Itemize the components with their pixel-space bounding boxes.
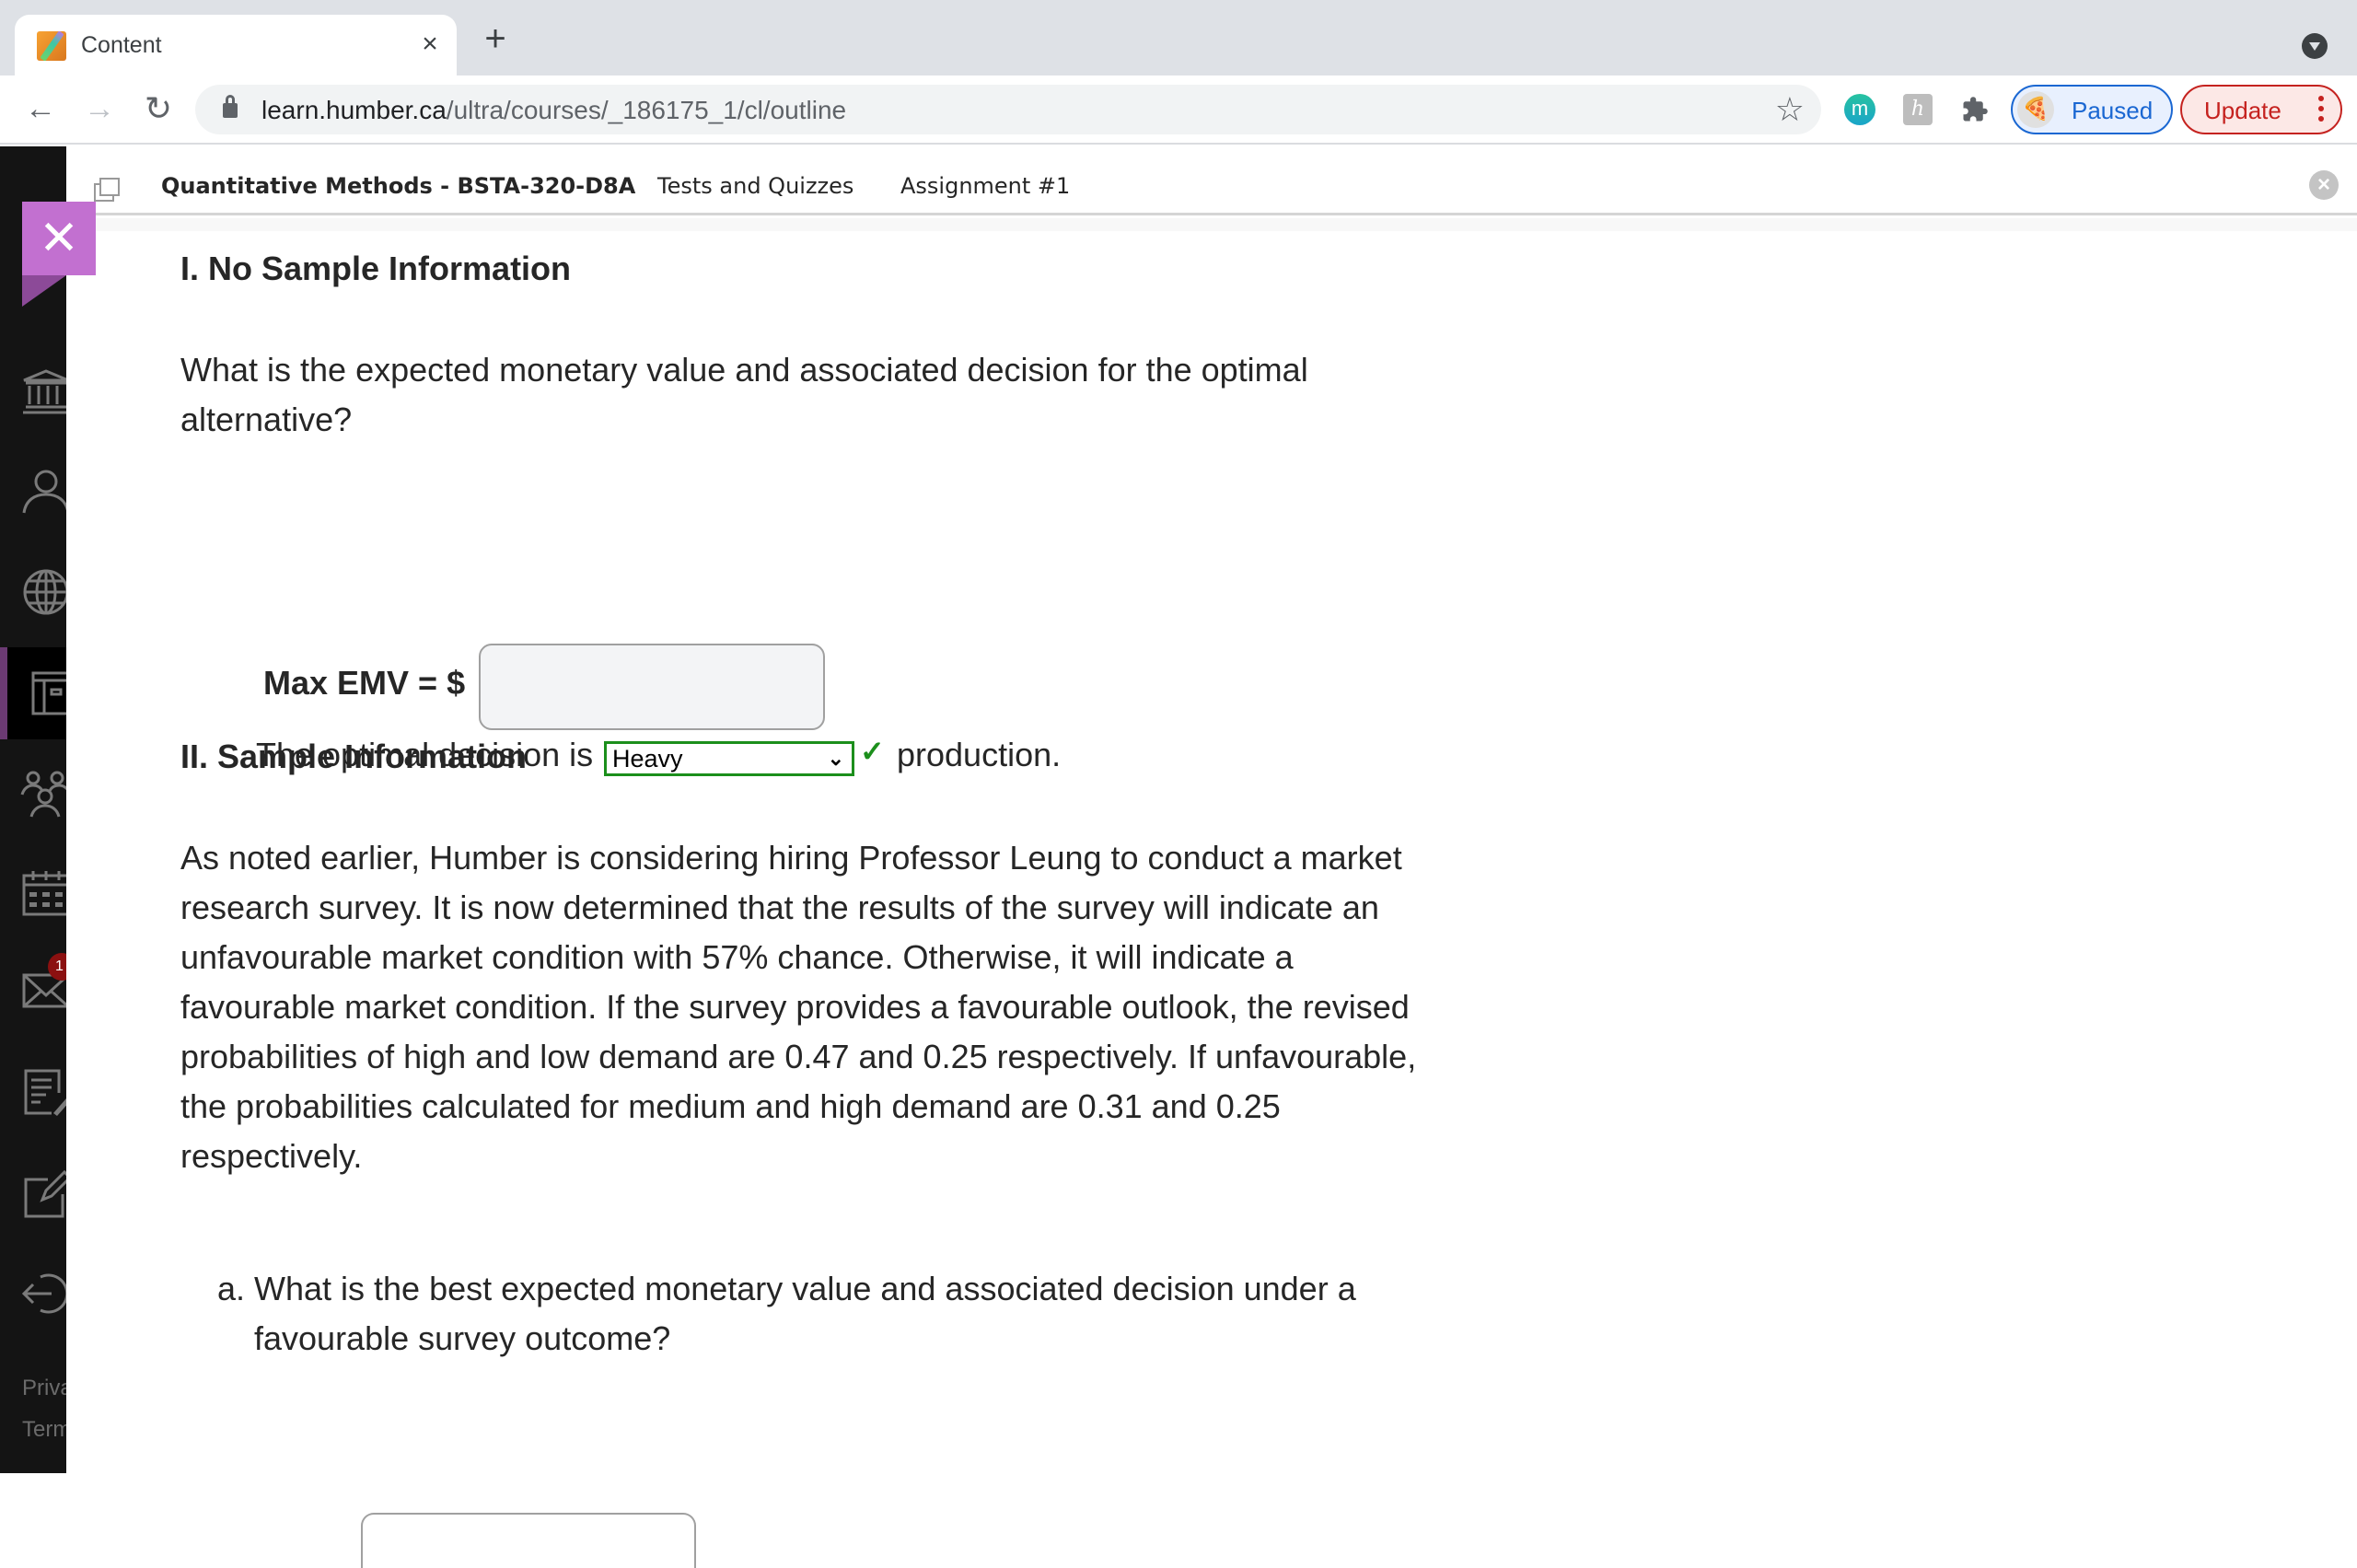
profile-status-label: Paused bbox=[2072, 97, 2154, 124]
tab-close-button[interactable]: × bbox=[413, 28, 447, 61]
address-bar[interactable]: learn.humber.ca/ultra/courses/_186175_1/… bbox=[195, 85, 1821, 134]
window-stack-icon bbox=[94, 178, 120, 202]
sidebar-item-institution[interactable] bbox=[20, 367, 66, 419]
sidebar-item-sign-out[interactable] bbox=[20, 1268, 66, 1319]
edit-icon bbox=[24, 1169, 66, 1218]
sidebar-item-organizations[interactable] bbox=[20, 769, 66, 820]
tab-search-button[interactable] bbox=[2302, 33, 2328, 59]
content-panel: Quantitative Methods - BSTA-320-D8A Test… bbox=[66, 146, 2357, 1568]
close-panel-button[interactable]: ✕ bbox=[22, 202, 96, 275]
max-emv-input[interactable] bbox=[479, 644, 825, 730]
question-a-marker: a. bbox=[217, 1270, 246, 1307]
browser-tab-strip: Content × + bbox=[0, 0, 2357, 75]
section-1-question: What is the expected monetary value and … bbox=[180, 351, 1308, 438]
update-button[interactable]: Update bbox=[2180, 85, 2342, 134]
correct-checkmark-icon: ✓ bbox=[860, 735, 885, 768]
reload-button[interactable]: ↻ bbox=[138, 88, 179, 129]
decision-selected-value: Heavy bbox=[612, 745, 683, 772]
question-a-emv-input[interactable] bbox=[361, 1513, 696, 1568]
course-icon bbox=[31, 671, 66, 715]
sidebar-item-calendar[interactable] bbox=[20, 868, 66, 920]
url-host: learn.humber.ca bbox=[261, 96, 447, 124]
browser-tab-content[interactable]: Content × bbox=[15, 15, 457, 75]
question-a-text: What is the best expected monetary value… bbox=[254, 1270, 1356, 1357]
section-2-heading: II. Sample Information bbox=[180, 738, 528, 775]
groups-icon bbox=[20, 771, 66, 818]
emv-label: Max EMV = $ bbox=[263, 664, 466, 702]
optimal-decision-select[interactable]: Heavy ⌄ bbox=[604, 741, 854, 776]
globe-icon bbox=[23, 569, 66, 615]
back-button[interactable]: ← bbox=[20, 88, 61, 129]
header-divider-strip bbox=[66, 218, 2357, 231]
m-extension-icon[interactable]: m bbox=[1844, 94, 1875, 125]
breadcrumb-assignment[interactable]: Assignment #1 bbox=[900, 173, 1070, 199]
chevron-down-icon: ⌄ bbox=[827, 747, 844, 770]
profile-button[interactable]: 🍕 Paused bbox=[2011, 85, 2173, 134]
decision-suffix: production. bbox=[897, 736, 1062, 773]
pizza-avatar-icon: 🍕 bbox=[2017, 91, 2054, 128]
sidebar-item-courses[interactable] bbox=[20, 668, 66, 719]
section-1-heading: I. No Sample Information bbox=[180, 250, 572, 287]
bank-icon bbox=[23, 369, 66, 414]
sidebar-item-profile[interactable] bbox=[20, 467, 66, 518]
grades-icon bbox=[24, 1069, 66, 1116]
section-2-paragraph: As noted earlier, Humber is considering … bbox=[180, 839, 1417, 1175]
lms-sidebar: 1 Privacy Terms bbox=[0, 146, 75, 1473]
close-panel-fold bbox=[22, 275, 66, 307]
sidebar-item-grades[interactable] bbox=[20, 1067, 66, 1119]
kebab-menu-icon bbox=[2318, 96, 2324, 123]
update-label: Update bbox=[2204, 97, 2282, 124]
tab-title: Content bbox=[81, 32, 162, 58]
lock-icon[interactable] bbox=[223, 95, 238, 118]
url-path: /ultra/courses/_186175_1/cl/outline bbox=[446, 96, 847, 124]
bookmark-star-icon[interactable]: ☆ bbox=[1775, 90, 1805, 129]
sidebar-item-activity[interactable] bbox=[20, 566, 66, 618]
extensions-puzzle-icon[interactable] bbox=[1961, 96, 1989, 123]
breadcrumb-tests-and-quizzes[interactable]: Tests and Quizzes bbox=[657, 173, 853, 199]
person-icon bbox=[22, 470, 66, 514]
logout-icon bbox=[21, 1273, 66, 1314]
forward-button[interactable]: → bbox=[79, 88, 120, 129]
privacy-link[interactable]: Privacy bbox=[22, 1376, 66, 1401]
pencil-favicon-icon bbox=[37, 31, 66, 61]
breadcrumb-course[interactable]: Quantitative Methods - BSTA-320-D8A bbox=[161, 173, 635, 199]
terms-link[interactable]: Terms bbox=[22, 1417, 66, 1443]
course-breadcrumb-bar: Quantitative Methods - BSTA-320-D8A Test… bbox=[66, 146, 2357, 215]
h-extension-icon[interactable]: h bbox=[1903, 94, 1933, 125]
close-course-icon[interactable]: × bbox=[2309, 170, 2339, 200]
sidebar-item-tools[interactable] bbox=[20, 1168, 66, 1220]
browser-toolbar: ← → ↻ learn.humber.ca/ultra/courses/_186… bbox=[0, 75, 2357, 145]
calendar-icon bbox=[22, 871, 66, 916]
new-tab-button[interactable]: + bbox=[479, 20, 512, 58]
url-text[interactable]: learn.humber.ca/ultra/courses/_186175_1/… bbox=[261, 96, 846, 125]
